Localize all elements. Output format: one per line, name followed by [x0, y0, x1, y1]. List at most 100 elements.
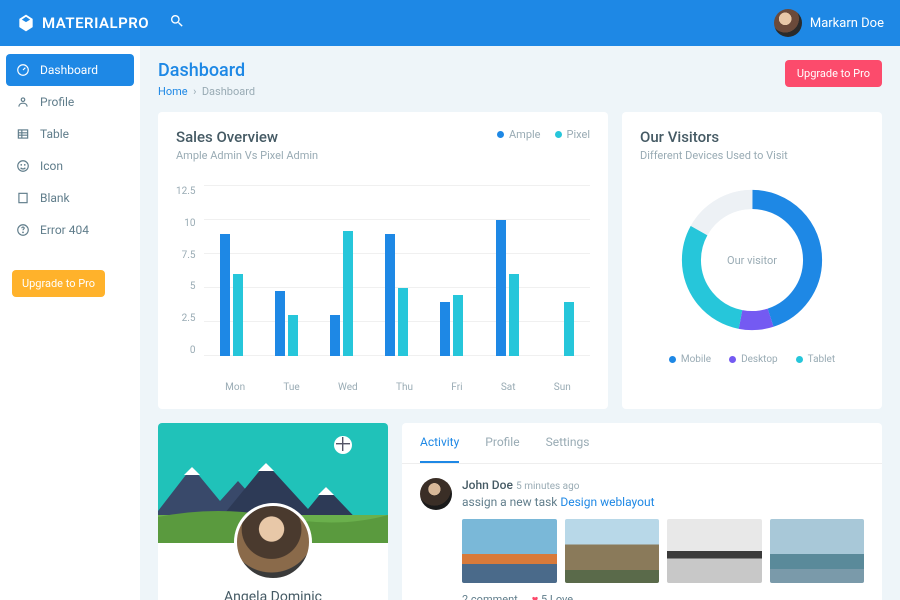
- visitors-legend: Mobile Desktop Tablet: [640, 354, 864, 365]
- blank-icon: [16, 191, 30, 205]
- visitors-title: Our Visitors: [640, 128, 864, 146]
- sidebar-item-label: Profile: [40, 95, 74, 109]
- sidebar-item-profile[interactable]: Profile: [6, 86, 134, 118]
- brand-logo[interactable]: MATERIALPRO: [16, 13, 149, 33]
- x-tick: Fri: [451, 382, 462, 393]
- x-tick: Wed: [338, 382, 358, 393]
- x-tick: Sat: [501, 382, 516, 393]
- logo-icon: [16, 13, 36, 33]
- search-icon: [169, 13, 185, 29]
- feed-text: assign a new task Design weblayout: [462, 495, 864, 509]
- brand-text: MATERIALPRO: [42, 14, 149, 32]
- sales-subtitle: Ample Admin Vs Pixel Admin: [176, 149, 318, 162]
- tab-settings[interactable]: Settings: [546, 423, 590, 463]
- legend-item: Desktop: [729, 354, 778, 365]
- bar: [496, 220, 506, 356]
- bar-group: [275, 291, 298, 356]
- feed-love[interactable]: ♥ 5 Love: [532, 593, 573, 600]
- bar: [385, 234, 395, 356]
- profile-avatar: [234, 503, 312, 581]
- feed-thumbnails: [462, 519, 864, 583]
- bar-group: [440, 295, 463, 356]
- bar: [343, 231, 353, 356]
- table-icon: [16, 127, 30, 141]
- profile-hero-image: [158, 423, 388, 543]
- main-content: Dashboard Home › Dashboard Upgrade to Pr…: [140, 46, 900, 600]
- help-icon: [16, 223, 30, 237]
- breadcrumb-current: Dashboard: [202, 85, 255, 98]
- sidebar-item-dashboard[interactable]: Dashboard: [6, 54, 134, 86]
- feed-item: John Doe 5 minutes ago assign a new task…: [420, 478, 864, 600]
- upgrade-pro-button[interactable]: Upgrade to Pro: [785, 60, 882, 87]
- bar: [275, 291, 285, 356]
- feed-avatar: [420, 478, 452, 510]
- profile-card: Angela Dominic Web Designer & Developer: [158, 423, 388, 600]
- bar: [440, 302, 450, 356]
- sidebar-item-blank[interactable]: Blank: [6, 182, 134, 214]
- bar: [564, 302, 574, 356]
- visitors-subtitle: Different Devices Used to Visit: [640, 149, 864, 162]
- search-button[interactable]: [169, 13, 185, 33]
- breadcrumb-home[interactable]: Home: [158, 85, 188, 98]
- sidebar-item-label: Icon: [40, 159, 63, 173]
- thumbnail[interactable]: [770, 519, 865, 583]
- sidebar-item-table[interactable]: Table: [6, 118, 134, 150]
- bar: [398, 288, 408, 356]
- sidebar-item-error-404[interactable]: Error 404: [6, 214, 134, 246]
- user-menu[interactable]: Markarn Doe: [774, 9, 884, 37]
- thumbnail[interactable]: [462, 519, 557, 583]
- bar-group: [496, 220, 519, 356]
- sidebar-item-label: Table: [40, 127, 69, 141]
- user-avatar: [774, 9, 802, 37]
- feed-time: 5 minutes ago: [516, 481, 579, 492]
- smile-icon: [16, 159, 30, 173]
- feed-comments[interactable]: 2 comment: [462, 593, 518, 600]
- feed-link[interactable]: Design weblayout: [560, 495, 654, 509]
- visitors-card: Our Visitors Different Devices Used to V…: [622, 112, 882, 409]
- user-name: Markarn Doe: [810, 16, 884, 31]
- sidebar-item-label: Blank: [40, 191, 70, 205]
- activity-tabs: Activity Profile Settings: [402, 423, 882, 464]
- bar: [509, 274, 519, 356]
- sidebar-item-label: Dashboard: [40, 63, 98, 77]
- thumbnail[interactable]: [667, 519, 762, 583]
- sales-chart: 12.5107.552.50: [176, 186, 590, 376]
- thumbnail[interactable]: [565, 519, 660, 583]
- feed-author: John Doe: [462, 478, 513, 492]
- tab-activity[interactable]: Activity: [420, 423, 459, 463]
- bar-group: [330, 231, 353, 356]
- sidebar: DashboardProfileTableIconBlankError 404 …: [0, 46, 140, 600]
- x-tick: Thu: [396, 382, 413, 393]
- legend-item: Pixel: [555, 128, 590, 141]
- bar: [288, 315, 298, 356]
- breadcrumb: Home › Dashboard: [158, 85, 255, 98]
- sales-title: Sales Overview: [176, 128, 318, 146]
- topbar: MATERIALPRO Markarn Doe: [0, 0, 900, 46]
- sales-overview-card: Sales Overview Ample Admin Vs Pixel Admi…: [158, 112, 608, 409]
- bar-group: [385, 234, 408, 356]
- sidebar-item-label: Error 404: [40, 223, 89, 237]
- sidebar-item-icon[interactable]: Icon: [6, 150, 134, 182]
- bar: [220, 234, 230, 356]
- bar-group: [220, 234, 243, 356]
- bar: [233, 274, 243, 356]
- donut-center-label: Our visitor: [727, 254, 777, 267]
- bar: [453, 295, 463, 356]
- sidebar-upgrade-button[interactable]: Upgrade to Pro: [12, 270, 105, 297]
- legend-item: Tablet: [796, 354, 835, 365]
- visitors-donut: Our visitor: [672, 180, 832, 340]
- dashboard-icon: [16, 63, 30, 77]
- profile-name: Angela Dominic: [158, 589, 388, 600]
- heart-icon: ♥: [532, 593, 539, 600]
- tab-profile[interactable]: Profile: [485, 423, 519, 463]
- page-title: Dashboard: [158, 60, 255, 81]
- x-tick: Sun: [554, 382, 571, 393]
- sales-legend: Ample Pixel: [497, 128, 590, 141]
- x-tick: Mon: [225, 382, 245, 393]
- bar-group: [551, 302, 574, 356]
- legend-item: Ample: [497, 128, 541, 141]
- x-tick: Tue: [283, 382, 299, 393]
- legend-item: Mobile: [669, 354, 711, 365]
- bar: [330, 315, 340, 356]
- user-icon: [16, 95, 30, 109]
